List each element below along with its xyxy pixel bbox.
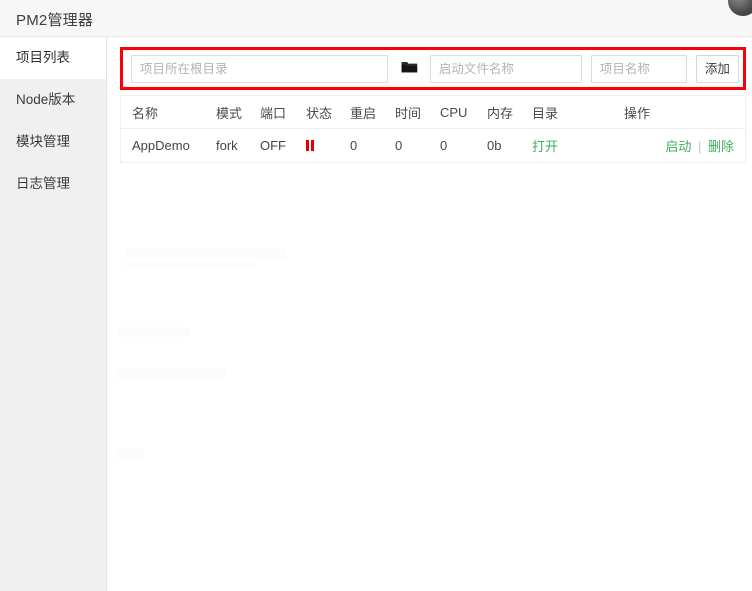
cell-process-name: AppDemo	[132, 138, 190, 153]
project-name-input[interactable]	[590, 54, 687, 83]
sidebar-item-label: 模块管理	[16, 134, 70, 149]
user-avatar[interactable]	[728, 0, 752, 16]
column-header-state: 状态	[306, 96, 350, 129]
column-header-port: 端口	[260, 96, 306, 129]
browse-folder-button[interactable]	[396, 55, 422, 83]
column-header-name: 名称	[121, 96, 216, 129]
add-project-button[interactable]: 添加	[695, 54, 739, 83]
column-header-cpu: CPU	[440, 96, 487, 129]
render-artifact	[126, 261, 254, 269]
process-table: 名称 模式 端口 状态 重启 时间 CPU 内存 目录 操作 AppDemo f…	[121, 96, 745, 162]
sidebar-item-module-manage[interactable]: 模块管理	[0, 121, 106, 163]
table-header-row: 名称 模式 端口 状态 重启 时间 CPU 内存 目录 操作	[121, 96, 745, 129]
sidebar-item-project-list[interactable]: 项目列表	[0, 37, 106, 79]
cell-process-directory: 打开	[532, 129, 624, 163]
sidebar: 项目列表 Node版本 模块管理 日志管理	[0, 37, 107, 591]
render-artifact	[118, 327, 190, 337]
start-process-link[interactable]: 启动	[665, 139, 691, 154]
sidebar-item-log-manage[interactable]: 日志管理	[0, 163, 106, 205]
sidebar-item-label: 项目列表	[16, 50, 70, 65]
table-body: AppDemo fork OFF 0 0 0 0b 打开 启动 | 删除	[121, 129, 745, 163]
cell-process-mode: fork	[216, 138, 238, 153]
sidebar-item-label: Node版本	[16, 92, 76, 107]
open-directory-link[interactable]: 打开	[532, 139, 558, 154]
add-project-toolbar-highlight: 添加	[120, 47, 746, 90]
sidebar-item-node-version[interactable]: Node版本	[0, 79, 106, 121]
page-title: PM2管理器	[16, 12, 94, 29]
entry-file-input[interactable]	[429, 54, 582, 83]
cell-process-operations: 启动 | 删除	[624, 129, 745, 163]
column-header-operations: 操作	[624, 96, 745, 129]
app-header: PM2管理器	[0, 0, 752, 37]
table-header: 名称 模式 端口 状态 重启 时间 CPU 内存 目录 操作	[121, 96, 745, 129]
column-header-directory: 目录	[532, 96, 624, 129]
cell-process-memory: 0b	[487, 138, 502, 153]
column-header-mode: 模式	[216, 96, 260, 129]
render-artifact	[126, 249, 286, 258]
root-directory-input[interactable]	[131, 54, 389, 83]
pm2-manager-app: PM2管理器 项目列表 Node版本 模块管理 日志管理 项目所在根目录 启动文…	[0, 0, 752, 591]
cell-process-time: 0	[395, 138, 403, 153]
cell-process-restart: 0	[350, 138, 358, 153]
render-artifact	[116, 449, 144, 459]
sidebar-item-label: 日志管理	[16, 176, 70, 191]
column-header-time: 时间	[395, 96, 440, 129]
column-header-restart: 重启	[350, 96, 395, 129]
main-content: 添加 名称 模式 端口 状态 重启 时间 CPU 内存 目录	[108, 37, 752, 591]
add-project-toolbar: 添加	[123, 50, 743, 87]
delete-process-link[interactable]: 删除	[708, 139, 734, 154]
cell-process-cpu: 0	[440, 138, 448, 153]
folder-icon	[401, 60, 418, 77]
pause-icon	[306, 140, 315, 151]
column-header-memory: 内存	[487, 96, 532, 129]
cell-process-port: OFF	[260, 138, 286, 153]
cell-process-state	[306, 129, 350, 163]
process-table-container: 名称 模式 端口 状态 重启 时间 CPU 内存 目录 操作 AppDemo f…	[120, 95, 746, 163]
render-artifact	[116, 369, 226, 379]
table-row: AppDemo fork OFF 0 0 0 0b 打开 启动 | 删除	[121, 129, 745, 163]
operations-separator: |	[697, 139, 702, 154]
